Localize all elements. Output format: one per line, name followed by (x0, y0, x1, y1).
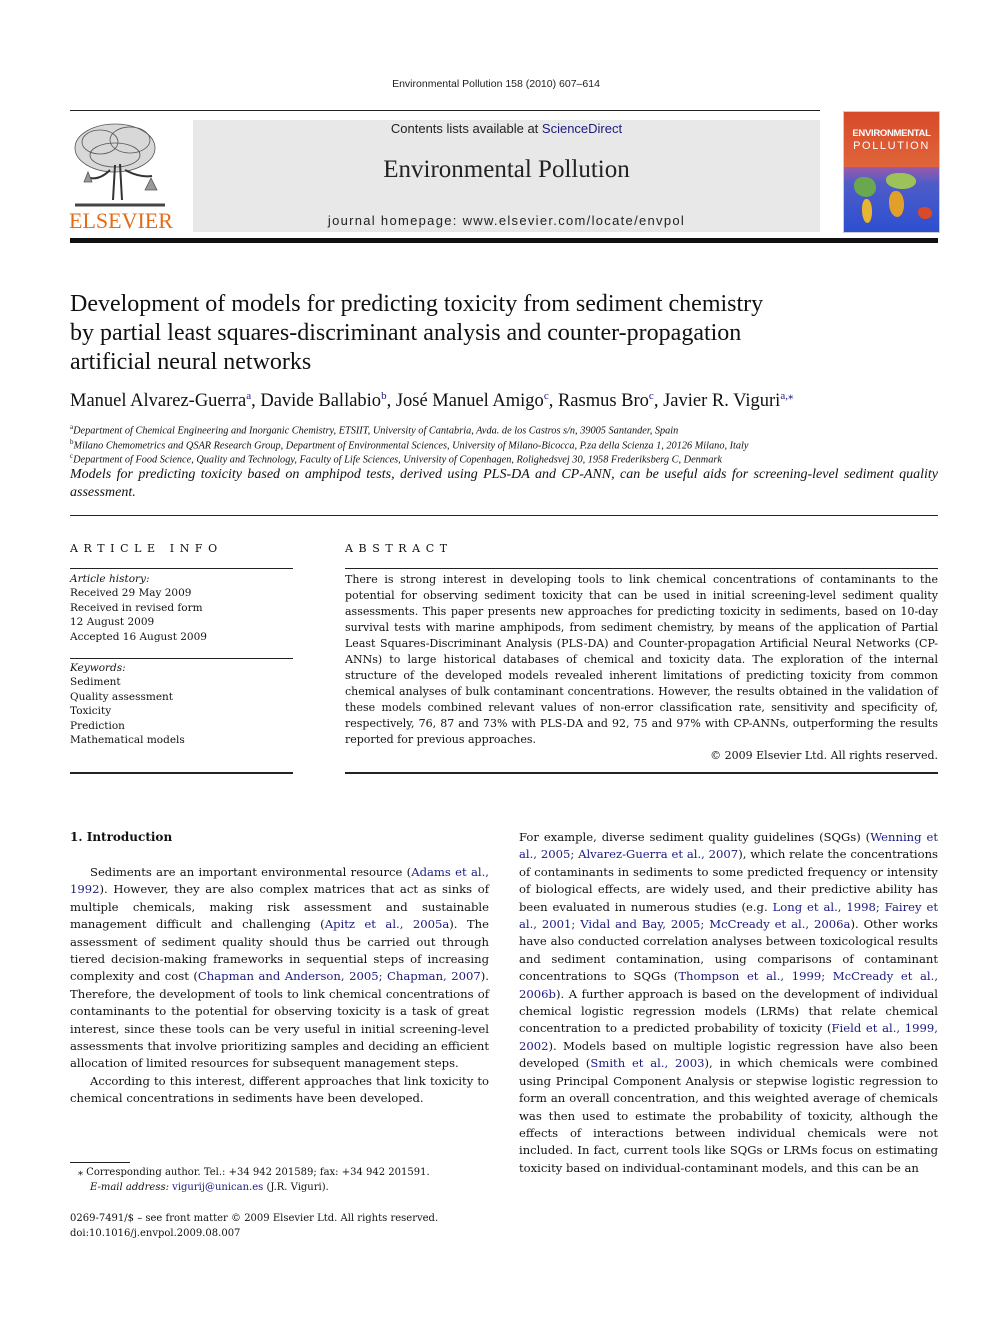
article-info-rule (70, 658, 293, 659)
corresponding-author: ⁎ Corresponding author. Tel.: +34 942 20… (78, 1167, 430, 1178)
affiliation: cDepartment of Food Science, Quality and… (70, 452, 938, 465)
cover-title-line2: POLLUTION (853, 140, 930, 152)
citation-link[interactable]: Chapman and Anderson, 2005; Chapman, 200… (198, 969, 481, 983)
affiliation-text: Milano Chemometrics and QSAR Research Gr… (73, 440, 749, 452)
header-thick-rule (70, 238, 938, 243)
keywords-label: Keywords: (70, 662, 126, 674)
elsevier-tree-icon (70, 120, 170, 212)
intro-left-column: Sediments are an important environmental… (70, 864, 489, 1108)
paragraph: Sediments are an important environmental… (70, 864, 489, 1073)
article-info-rule (70, 568, 293, 569)
citation-link[interactable]: Smith et al., 2003 (590, 1056, 704, 1070)
title-line: artificial neural networks (70, 349, 312, 375)
history-label: Article history: (70, 573, 150, 585)
affiliation-marker[interactable]: c (649, 390, 654, 402)
history-item: Accepted 16 August 2009 (70, 630, 207, 643)
elsevier-logo[interactable]: ELSEVIER (68, 120, 174, 232)
author-list: Manuel Alvarez-Guerraa, Davide Ballabiob… (70, 390, 794, 412)
doi-line[interactable]: doi:10.1016/j.envpol.2009.08.007 (70, 1227, 500, 1242)
front-matter: 0269-7491/$ – see front matter © 2009 El… (70, 1212, 500, 1241)
keyword[interactable]: Quality assessment (70, 690, 293, 704)
author-name[interactable]: Manuel Alvarez-Guerra (70, 391, 246, 411)
contents-prefix: Contents lists available at (390, 121, 542, 136)
author-name[interactable]: Rasmus Bro (558, 391, 649, 411)
cover-continent (918, 207, 932, 219)
keyword[interactable]: Sediment (70, 675, 293, 689)
section-rule (70, 515, 938, 516)
email-link[interactable]: vigurij@unican.es (172, 1182, 263, 1193)
email-label: E-mail address: (90, 1182, 173, 1193)
cover-continent (886, 173, 916, 189)
cover-continent (862, 199, 872, 223)
affiliation: aDepartment of Chemical Engineering and … (70, 423, 938, 436)
article-highlight: Models for predicting toxicity based on … (70, 467, 938, 500)
affiliation-marker[interactable]: a (246, 390, 251, 402)
abstract-heading: ABSTRACT (345, 542, 453, 555)
title-line: by partial least squares-discriminant an… (70, 320, 742, 346)
author-name[interactable]: Javier R. Viguri (663, 391, 780, 411)
footnote-rule (70, 1162, 130, 1163)
abstract-rule (345, 568, 938, 569)
contents-line: Contents lists available at ScienceDirec… (193, 121, 820, 136)
abstract-copyright: © 2009 Elsevier Ltd. All rights reserved… (710, 749, 938, 762)
article-info-heading: ARTICLE INFO (70, 542, 223, 555)
affiliation-marker[interactable]: c (544, 390, 549, 402)
body-text: ), in which chemicals were combined usin… (519, 1056, 938, 1175)
article-title: Development of models for predicting tox… (70, 290, 930, 377)
header-rule (70, 110, 820, 111)
cover-continent (854, 177, 876, 197)
sciencedirect-link[interactable]: ScienceDirect (542, 121, 622, 136)
footnote-corresponding: ⁎ Corresponding author. Tel.: +34 942 20… (78, 1165, 498, 1195)
keyword[interactable]: Prediction (70, 719, 293, 733)
paragraph: For example, diverse sediment quality gu… (519, 829, 938, 1177)
affiliation: bMilano Chemometrics and QSAR Research G… (70, 438, 938, 451)
paragraph: According to this interest, different ap… (70, 1073, 489, 1106)
abstract-rule (345, 772, 938, 774)
intro-right-column: For example, diverse sediment quality gu… (519, 829, 938, 1177)
history-item: Received 29 May 2009 (70, 587, 192, 600)
elsevier-wordmark: ELSEVIER (69, 208, 173, 233)
article-info-rule (70, 772, 293, 774)
affiliation-text: Department of Food Science, Quality and … (73, 454, 722, 466)
history-item: 12 August 2009 (70, 616, 155, 629)
issn-line: 0269-7491/$ – see front matter © 2009 El… (70, 1213, 439, 1224)
keyword[interactable]: Mathematical models (70, 733, 293, 747)
journal-title: Environmental Pollution (383, 156, 630, 183)
article-history: Article history: Received 29 May 2009 Re… (70, 572, 293, 644)
title-line: Development of models for predicting tox… (70, 291, 764, 317)
journal-homepage[interactable]: journal homepage: www.elsevier.com/locat… (193, 213, 820, 228)
cover-continent (889, 191, 904, 217)
body-text: Sediments are an important environmental… (90, 865, 412, 879)
history-item: Received in revised form (70, 601, 203, 614)
abstract-text: There is strong interest in developing t… (345, 573, 938, 746)
author-name[interactable]: José Manuel Amigo (396, 391, 544, 411)
affiliation-text: Department of Chemical Engineering and I… (73, 425, 679, 437)
cover-title-line1: ENVIRONMENTAL (852, 128, 931, 139)
body-text: ). Therefore, the development of tools t… (70, 969, 489, 1071)
body-text: For example, diverse sediment quality gu… (519, 830, 871, 844)
keyword[interactable]: Toxicity (70, 704, 293, 718)
journal-cover[interactable]: ENVIRONMENTAL POLLUTION (843, 111, 940, 233)
keywords: Keywords: Sediment Quality assessment To… (70, 661, 293, 747)
cover-map (844, 167, 939, 232)
journal-citation: Environmental Pollution 158 (2010) 607–6… (392, 78, 600, 90)
email-suffix: (J.R. Viguri). (263, 1182, 329, 1193)
citation-link[interactable]: Apitz et al., 2005a (325, 917, 450, 931)
author-name[interactable]: Davide Ballabio (260, 391, 381, 411)
section-heading-introduction: 1. Introduction (70, 830, 173, 844)
affiliation-marker[interactable]: b (381, 390, 387, 402)
email-line: E-mail address: vigurij@unican.es (J.R. … (78, 1180, 498, 1195)
affiliation-marker[interactable]: a,⁎ (780, 390, 793, 402)
